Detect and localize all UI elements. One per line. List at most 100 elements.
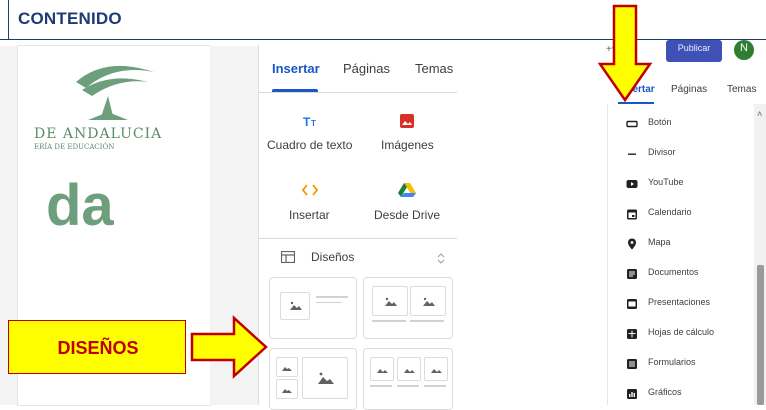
menu-item-boton[interactable]: Botón	[608, 110, 753, 140]
collapse-icon[interactable]	[437, 252, 445, 264]
menu-item-label: Botón	[648, 117, 672, 127]
layout-text-line	[370, 385, 392, 387]
andalucia-logo	[76, 65, 154, 120]
image-placeholder-icon	[431, 369, 442, 373]
tab-insertar[interactable]: Insertar	[272, 61, 320, 76]
svg-text:T: T	[303, 115, 311, 128]
page-title: CONTENIDO	[18, 9, 122, 28]
embed-code-icon	[302, 184, 318, 196]
menu-item-divisor[interactable]: Divisor	[608, 140, 753, 170]
menu-item-hojas-de-calculo[interactable]: Hojas de cálculo	[608, 320, 753, 350]
publish-button[interactable]: Publicar	[666, 40, 722, 62]
layouts-section-label: Diseños	[311, 250, 355, 264]
logo-line-2: ERÍA DE EDUCACIÓN	[34, 143, 115, 151]
map-pin-icon	[628, 238, 636, 250]
image-placeholder-icon	[423, 297, 435, 306]
layouts-section-header[interactable]: Diseños	[259, 244, 457, 272]
layout-option[interactable]	[363, 348, 453, 410]
image-placeholder-icon	[377, 369, 388, 373]
docs-icon	[627, 269, 637, 279]
tab-temas[interactable]: Temas	[415, 61, 453, 76]
tab-paginas[interactable]: Páginas	[343, 61, 390, 76]
menu-item-label: Gráficos	[648, 387, 682, 397]
image-placeholder-icon	[318, 372, 334, 384]
image-placeholder-icon	[385, 297, 397, 306]
menu-item-graficos[interactable]: Gráficos	[608, 380, 753, 410]
layout-image-placeholder	[424, 357, 448, 381]
title-bar-edge	[8, 0, 9, 40]
tools-divider	[259, 238, 457, 239]
menu-item-label: YouTube	[648, 177, 684, 187]
image-placeholder-icon	[290, 301, 302, 310]
layout-image-placeholder	[370, 357, 394, 381]
menu-item-label: Mapa	[648, 237, 671, 247]
menu-item-label: Formularios	[648, 357, 696, 367]
image-placeholder-icon	[282, 389, 292, 393]
menu-item-label: Documentos	[648, 267, 699, 277]
insert-panel: Insertar Páginas Temas T T Cuadro de tex…	[258, 44, 457, 410]
scrollbar-thumb[interactable]	[757, 265, 764, 405]
text-box-icon: T T	[303, 115, 316, 128]
scroll-up-icon[interactable]: ˄	[757, 109, 762, 119]
layout-option[interactable]	[363, 277, 453, 339]
layout-text-line	[410, 320, 444, 322]
tab-temas[interactable]: Temas	[727, 84, 756, 95]
layout-image-placeholder	[397, 357, 421, 381]
menu-item-label: Calendario	[648, 207, 692, 217]
google-drive-icon	[398, 183, 416, 197]
tabs-divider	[259, 92, 457, 93]
tool-embed[interactable]: Insertar	[259, 176, 359, 236]
layout-text-line	[372, 320, 406, 322]
annotation-callout: DISEÑOS	[8, 320, 186, 374]
tab-paginas[interactable]: Páginas	[671, 84, 707, 95]
image-icon	[400, 114, 414, 128]
sheets-icon	[627, 329, 637, 339]
layout-image-placeholder	[276, 379, 298, 399]
tool-text-box-label: Cuadro de texto	[267, 138, 353, 152]
svg-text:T: T	[311, 119, 316, 128]
calendar-icon	[627, 209, 637, 220]
image-placeholder-icon	[282, 367, 292, 371]
menu-item-documentos[interactable]: Documentos	[608, 260, 753, 290]
layout-text-line	[316, 302, 342, 303]
menu-item-presentaciones[interactable]: Presentaciones	[608, 290, 753, 320]
divider-icon	[628, 153, 636, 155]
menu-item-label: Divisor	[648, 147, 676, 157]
annotation-arrow-right	[190, 315, 268, 379]
tool-embed-label: Insertar	[289, 208, 330, 222]
charts-icon	[627, 389, 637, 399]
tool-drive[interactable]: Desde Drive	[359, 176, 457, 236]
menu-item-mapa[interactable]: Mapa	[608, 230, 753, 260]
tool-text-box[interactable]: T T Cuadro de texto	[259, 106, 359, 166]
annotation-callout-label: DISEÑOS	[57, 338, 139, 358]
logo-line-1: DE ANDALUCIA	[34, 126, 163, 142]
layout-option[interactable]	[269, 277, 357, 339]
menu-item-label: Presentaciones	[648, 297, 711, 307]
tool-drive-label: Desde Drive	[374, 208, 441, 222]
layout-text-line	[424, 385, 446, 387]
insert-menu-list: Botón Divisor YouTube Calendario Mapa Do…	[607, 104, 766, 405]
menu-item-label: Hojas de cálculo	[648, 327, 715, 337]
avatar[interactable]: N	[734, 40, 754, 60]
layout-text-line	[397, 385, 419, 387]
layout-option[interactable]	[269, 348, 357, 410]
slides-icon	[627, 299, 637, 309]
tool-images-label: Imágenes	[381, 138, 434, 152]
layout-image-placeholder	[276, 357, 298, 377]
menu-item-formularios[interactable]: Formularios	[608, 350, 753, 380]
layout-image-placeholder	[410, 286, 446, 316]
layout-image-placeholder	[302, 357, 348, 399]
tool-images[interactable]: Imágenes	[359, 106, 457, 166]
layouts-icon	[281, 251, 295, 263]
youtube-icon	[626, 180, 638, 188]
menu-item-youtube[interactable]: YouTube	[608, 170, 753, 200]
image-placeholder-icon	[404, 369, 415, 373]
forms-icon	[627, 359, 637, 369]
layout-image-placeholder	[372, 286, 408, 316]
layout-text-line	[316, 296, 348, 298]
button-icon	[626, 120, 638, 128]
annotation-arrow-down	[598, 4, 653, 103]
layout-image-placeholder	[280, 292, 310, 320]
preview-big-text: da	[46, 173, 114, 238]
menu-item-calendario[interactable]: Calendario	[608, 200, 753, 230]
